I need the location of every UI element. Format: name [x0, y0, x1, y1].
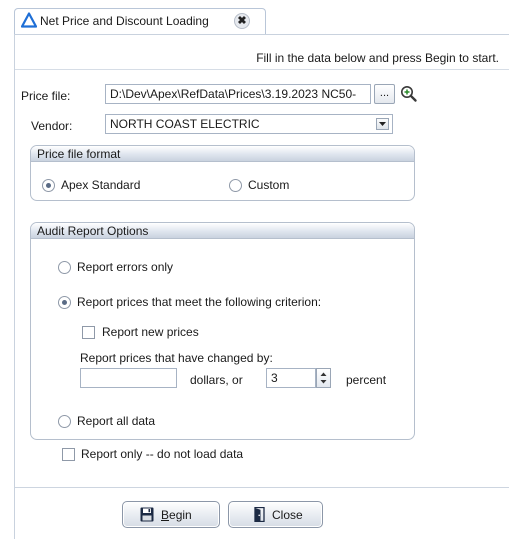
report-all-data-label: Report all data — [77, 414, 156, 428]
report-criterion-label: Report prices that meet the following cr… — [77, 295, 322, 309]
door-exit-icon — [254, 507, 265, 522]
magnifier-button[interactable] — [399, 84, 419, 104]
group-title: Audit Report Options — [37, 224, 149, 238]
close-button[interactable]: Close — [228, 501, 323, 528]
changed-by-label: Report prices that have changed by: — [80, 351, 273, 365]
price-file-input[interactable]: D:\Dev\Apex\RefData\Prices\3.19.2023 NC5… — [105, 84, 371, 104]
report-criterion-radio[interactable] — [58, 296, 71, 309]
price-file-label: Price file: — [21, 89, 71, 103]
group-header: Audit Report Options — [31, 223, 414, 239]
group-header: Price file format — [31, 146, 414, 162]
apex-standard-radio[interactable] — [42, 179, 55, 192]
report-errors-only-radio[interactable] — [58, 261, 71, 274]
browse-button[interactable]: ... — [374, 84, 395, 104]
custom-radio[interactable] — [229, 179, 242, 192]
report-all-data-radio[interactable] — [58, 415, 71, 428]
tab-net-price[interactable]: Net Price and Discount Loading ✖ — [14, 8, 266, 34]
delta-triangle-icon — [21, 12, 37, 28]
instruction-text: Fill in the data below and press Begin t… — [256, 51, 499, 65]
vendor-label: Vendor: — [31, 119, 73, 133]
close-tab-icon[interactable]: ✖ — [234, 13, 250, 29]
report-only-label: Report only -- do not load data — [81, 447, 244, 461]
group-title: Price file format — [37, 147, 121, 161]
report-errors-only-label: Report errors only — [77, 260, 174, 274]
magnifier-icon — [401, 86, 417, 102]
price-file-format-group: Price file format — [30, 145, 415, 201]
instruction-bar: Fill in the data below and press Begin t… — [15, 44, 509, 70]
percent-suffix-label: percent — [346, 373, 387, 387]
apex-standard-label: Apex Standard — [61, 178, 141, 192]
begin-button[interactable]: Begin — [122, 501, 220, 528]
report-only-checkbox[interactable] — [62, 448, 75, 461]
tab-title: Net Price and Discount Loading — [40, 14, 209, 28]
report-new-prices-checkbox[interactable] — [82, 326, 95, 339]
begin-button-label: Begin — [161, 508, 192, 522]
percent-input[interactable]: 3 — [266, 368, 316, 388]
report-new-prices-label: Report new prices — [102, 325, 199, 339]
spinner-arrows-icon — [320, 372, 327, 384]
custom-label: Custom — [248, 178, 290, 192]
dropdown-arrow-icon — [379, 122, 386, 126]
floppy-disk-icon — [140, 507, 154, 522]
vendor-dropdown-button[interactable] — [376, 118, 389, 130]
dollars-suffix-label: dollars, or — [190, 373, 243, 387]
dollars-input[interactable] — [80, 368, 177, 388]
vendor-select[interactable]: NORTH COAST ELECTRIC — [105, 114, 393, 134]
percent-spinner[interactable] — [316, 368, 331, 388]
close-button-label: Close — [272, 508, 303, 522]
